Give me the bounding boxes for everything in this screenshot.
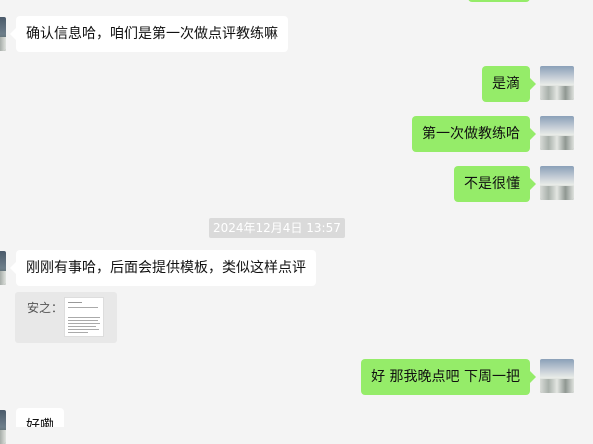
user-avatar[interactable]	[540, 116, 574, 150]
contact-avatar[interactable]	[0, 251, 6, 285]
message-bubble-sent[interactable]: 好 那我晚点吧 下周一把	[361, 359, 536, 395]
sender-label: 安之：	[27, 301, 64, 315]
message-bubble-received[interactable]: 好嘞	[16, 408, 64, 427]
message-text: 第一次做教练哈	[422, 126, 520, 142]
message-bubble-received[interactable]: 刚刚有事哈，后面会提供模板，类似这样点评	[10, 250, 316, 286]
message-text: 确认信息哈，咱们是第一次做点评教练嘛	[26, 26, 278, 42]
message-bubble-sent[interactable]: 第一次做教练哈	[412, 116, 536, 152]
message-text: 是滴	[492, 76, 520, 92]
user-avatar[interactable]	[540, 166, 574, 200]
contact-avatar[interactable]	[0, 17, 6, 51]
document-thumbnail[interactable]	[64, 297, 104, 337]
message-text: 刚刚有事哈，后面会提供模板，类似这样点评	[26, 260, 306, 276]
chat-timestamp: 2024年12月4日 13:57	[209, 218, 345, 238]
message-bubble-sent[interactable]: 是滴	[482, 66, 536, 102]
message-text: 好 那我晚点吧 下周一把	[371, 369, 520, 385]
message-bubble-received[interactable]: 确认信息哈，咱们是第一次做点评教练嘛	[10, 16, 288, 52]
contact-avatar[interactable]	[0, 410, 6, 444]
message-text: 好嘞	[26, 418, 54, 427]
message-text: 不是很懂	[464, 176, 520, 192]
user-avatar[interactable]	[540, 359, 574, 393]
shared-document-card[interactable]: 安之：	[15, 292, 117, 343]
user-avatar[interactable]	[540, 66, 574, 100]
partial-message-bubble	[468, 0, 530, 2]
message-bubble-sent[interactable]: 不是很懂	[454, 166, 536, 202]
